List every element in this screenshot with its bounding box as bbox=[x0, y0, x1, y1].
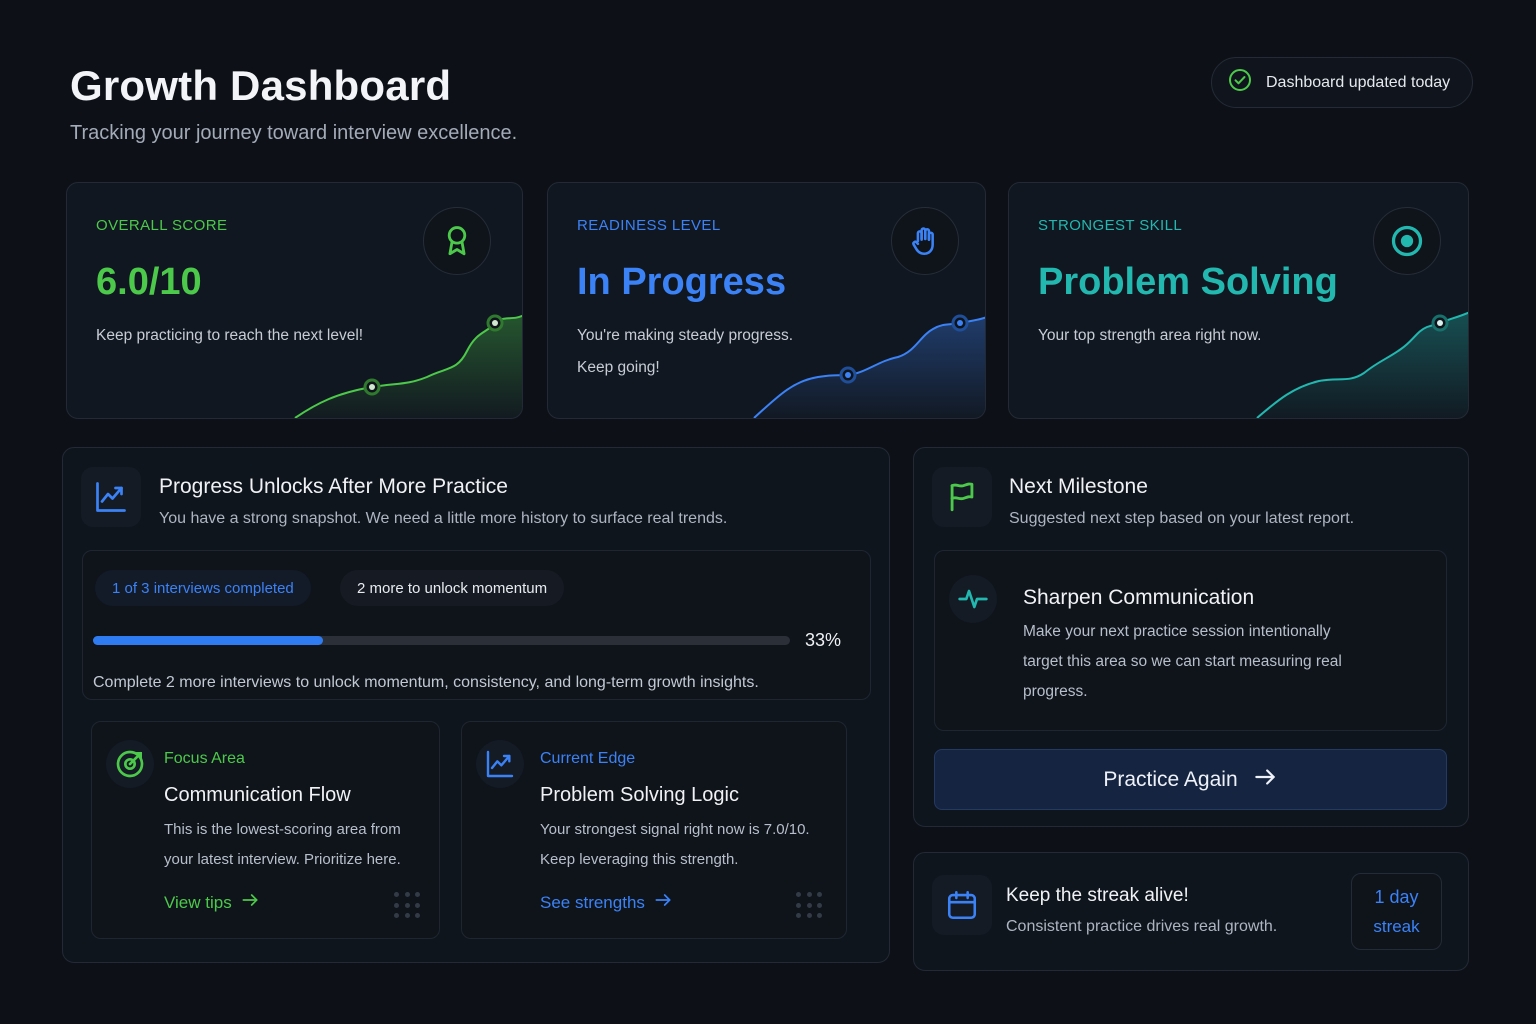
unlock-remaining-chip: 2 more to unlock momentum bbox=[340, 570, 565, 606]
page-subtitle: Tracking your journey toward interview e… bbox=[70, 122, 518, 144]
grip-dots-icon bbox=[394, 892, 422, 920]
view-tips-label: View tips bbox=[164, 892, 232, 912]
progress-bar-fill bbox=[93, 636, 323, 645]
score-trend-sparkline bbox=[294, 314, 522, 418]
unlock-note: Complete 2 more interviews to unlock mom… bbox=[93, 674, 759, 691]
view-tips-link[interactable]: View tips bbox=[164, 890, 260, 915]
progress-panel: Progress Unlocks After More Practice You… bbox=[62, 447, 890, 963]
progress-bar bbox=[93, 636, 790, 645]
milestone-item-text: Make your next practice session intentio… bbox=[1023, 623, 1342, 700]
focus-area-label: Focus Area bbox=[164, 750, 245, 767]
milestone-suggestion-box: Sharpen Communication Make your next pra… bbox=[934, 550, 1447, 731]
streak-count: 1 day bbox=[1374, 886, 1419, 907]
milestone-item-title: Sharpen Communication bbox=[1023, 586, 1255, 609]
trending-up-icon bbox=[476, 740, 524, 788]
focus-area-title: Communication Flow bbox=[164, 784, 351, 806]
readiness-level-card: READINESS LEVEL In Progress You're makin… bbox=[547, 182, 986, 419]
focus-area-text: This is the lowest-scoring area from you… bbox=[164, 821, 401, 868]
streak-title: Keep the streak alive! bbox=[1006, 885, 1189, 906]
focus-area-card: Focus Area Communication Flow This is th… bbox=[91, 721, 440, 939]
current-edge-label: Current Edge bbox=[540, 750, 636, 767]
current-edge-text: Your strongest signal right now is 7.0/1… bbox=[540, 821, 810, 868]
streak-panel: Keep the streak alive! Consistent practi… bbox=[913, 852, 1469, 971]
strongest-skill-card: STRONGEST SKILL Problem Solving Your top… bbox=[1008, 182, 1469, 419]
skill-trend-sparkline bbox=[1256, 311, 1468, 418]
arrow-right-icon bbox=[240, 890, 260, 915]
streak-subtitle: Consistent practice drives real growth. bbox=[1006, 918, 1278, 935]
milestone-title: Next Milestone bbox=[1009, 475, 1148, 498]
page-title: Growth Dashboard bbox=[70, 62, 452, 109]
update-status-text: Dashboard updated today bbox=[1266, 73, 1451, 91]
overall-score-card: OVERALL SCORE 6.0/10 Keep practicing to … bbox=[66, 182, 523, 419]
calendar-icon bbox=[932, 875, 992, 935]
arrow-right-icon bbox=[653, 890, 673, 915]
interviews-completed-chip: 1 of 3 interviews completed bbox=[95, 570, 311, 606]
next-milestone-panel: Next Milestone Suggested next step based… bbox=[913, 447, 1469, 827]
milestone-subtitle: Suggested next step based on your latest… bbox=[1009, 510, 1355, 527]
see-strengths-link[interactable]: See strengths bbox=[540, 890, 673, 915]
practice-again-label: Practice Again bbox=[1103, 767, 1238, 791]
current-edge-title: Problem Solving Logic bbox=[540, 784, 739, 806]
current-edge-card: Current Edge Problem Solving Logic Your … bbox=[461, 721, 847, 939]
grip-dots-icon bbox=[796, 892, 824, 920]
flag-icon bbox=[932, 467, 992, 527]
activity-pulse-icon bbox=[949, 575, 997, 623]
practice-again-button[interactable]: Practice Again bbox=[934, 749, 1447, 810]
progress-panel-subtitle: You have a strong snapshot. We need a li… bbox=[159, 510, 728, 527]
update-status-badge: Dashboard updated today bbox=[1211, 57, 1473, 108]
streak-counter-badge: 1 day streak bbox=[1351, 873, 1442, 950]
trending-up-icon bbox=[81, 467, 141, 527]
arrow-right-icon bbox=[1252, 764, 1278, 796]
target-arrow-icon bbox=[106, 740, 154, 788]
streak-unit: streak bbox=[1373, 916, 1420, 936]
see-strengths-label: See strengths bbox=[540, 892, 645, 912]
readiness-trend-sparkline bbox=[753, 314, 985, 418]
check-circle-icon bbox=[1228, 68, 1252, 97]
progress-percent: 33% bbox=[805, 630, 842, 650]
progress-panel-title: Progress Unlocks After More Practice bbox=[159, 475, 508, 498]
